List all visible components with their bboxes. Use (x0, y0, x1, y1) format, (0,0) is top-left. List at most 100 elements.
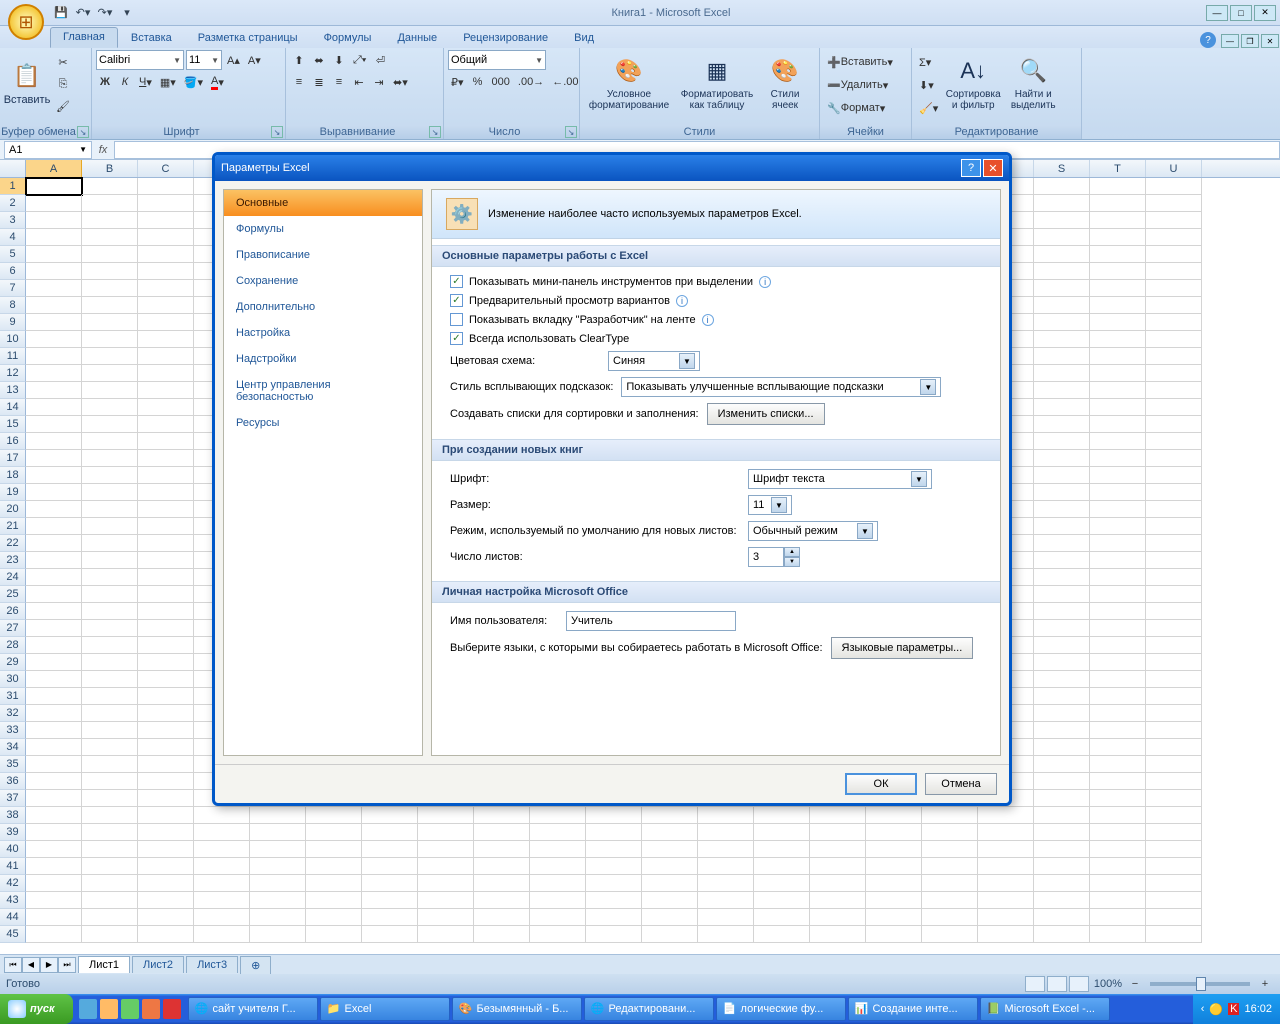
cell[interactable] (1034, 739, 1090, 756)
row-header[interactable]: 29 (0, 654, 26, 671)
cell[interactable] (1146, 212, 1202, 229)
row-header[interactable]: 3 (0, 212, 26, 229)
cell[interactable] (922, 875, 978, 892)
cell[interactable] (26, 212, 82, 229)
cell[interactable] (362, 909, 418, 926)
row-header[interactable]: 27 (0, 620, 26, 637)
cell[interactable] (194, 807, 250, 824)
indent-dec[interactable]: ⇤ (350, 72, 368, 92)
cell[interactable] (530, 892, 586, 909)
cell[interactable] (138, 637, 194, 654)
cell[interactable] (1146, 569, 1202, 586)
zoom-in[interactable]: + (1256, 974, 1274, 994)
sort-filter-button[interactable]: A↓Сортировка и фильтр (944, 50, 1002, 116)
cell[interactable] (26, 892, 82, 909)
cell[interactable] (1090, 756, 1146, 773)
cell[interactable] (1146, 229, 1202, 246)
cell[interactable] (1090, 722, 1146, 739)
undo-icon[interactable]: ↶▾ (74, 4, 92, 22)
cell[interactable] (194, 926, 250, 943)
chk-minipanel[interactable] (450, 275, 463, 288)
cell[interactable] (1146, 450, 1202, 467)
cell[interactable] (1090, 535, 1146, 552)
cell[interactable] (82, 654, 138, 671)
cell[interactable] (82, 569, 138, 586)
cell[interactable] (26, 263, 82, 280)
cell[interactable] (418, 841, 474, 858)
chk-cleartype[interactable] (450, 332, 463, 345)
row-header[interactable]: 44 (0, 909, 26, 926)
cell[interactable] (810, 909, 866, 926)
nav-save[interactable]: Сохранение (224, 268, 422, 294)
info-icon[interactable]: i (702, 314, 714, 326)
cell[interactable] (26, 790, 82, 807)
cell[interactable] (82, 603, 138, 620)
cell[interactable] (138, 858, 194, 875)
cell[interactable] (82, 688, 138, 705)
cell[interactable] (754, 875, 810, 892)
cell[interactable] (82, 518, 138, 535)
row-header[interactable]: 20 (0, 501, 26, 518)
cell[interactable] (26, 773, 82, 790)
cell[interactable] (26, 841, 82, 858)
cell[interactable] (138, 841, 194, 858)
cell[interactable] (530, 807, 586, 824)
find-select-button[interactable]: 🔍Найти и выделить (1005, 50, 1061, 116)
cell[interactable] (26, 246, 82, 263)
cell[interactable] (1146, 705, 1202, 722)
cell[interactable] (1034, 705, 1090, 722)
cell[interactable] (1146, 603, 1202, 620)
cell[interactable] (138, 705, 194, 722)
cell[interactable] (810, 892, 866, 909)
fontcolor-button[interactable]: A▾ (208, 72, 227, 92)
cell[interactable] (474, 858, 530, 875)
cell[interactable] (82, 467, 138, 484)
column-header[interactable]: U (1146, 160, 1202, 177)
cell[interactable] (530, 909, 586, 926)
cell[interactable] (82, 552, 138, 569)
taskbar-item[interactable]: 🌐Редактировани... (584, 997, 714, 1021)
cell[interactable] (1090, 654, 1146, 671)
row-header[interactable]: 19 (0, 484, 26, 501)
row-header[interactable]: 17 (0, 450, 26, 467)
cell[interactable] (1090, 229, 1146, 246)
cell[interactable] (1090, 773, 1146, 790)
cell[interactable] (698, 926, 754, 943)
row-header[interactable]: 23 (0, 552, 26, 569)
cell[interactable] (754, 926, 810, 943)
zoom-out[interactable]: − (1126, 974, 1144, 994)
cell[interactable] (642, 807, 698, 824)
cell[interactable] (1034, 229, 1090, 246)
cell[interactable] (1034, 790, 1090, 807)
cell[interactable] (866, 807, 922, 824)
cell[interactable] (474, 926, 530, 943)
cell[interactable] (1034, 569, 1090, 586)
cell[interactable] (1034, 875, 1090, 892)
cell[interactable] (1034, 807, 1090, 824)
tab-review[interactable]: Рецензирование (450, 28, 561, 48)
cell[interactable] (922, 841, 978, 858)
cell[interactable] (978, 892, 1034, 909)
cell[interactable] (1090, 603, 1146, 620)
cell[interactable] (1034, 195, 1090, 212)
cell[interactable] (138, 773, 194, 790)
cell[interactable] (1034, 722, 1090, 739)
taskbar-item[interactable]: 📊Создание инте... (848, 997, 978, 1021)
tooltip-style-combo[interactable]: Показывать улучшенные всплывающие подска… (621, 377, 941, 397)
cell[interactable] (1034, 671, 1090, 688)
align-center[interactable]: ≣ (310, 72, 328, 92)
cell[interactable] (82, 790, 138, 807)
cell[interactable] (642, 926, 698, 943)
spin-down[interactable]: ▼ (784, 557, 800, 567)
cell[interactable] (978, 824, 1034, 841)
ql-mail-icon[interactable] (100, 999, 118, 1019)
cell[interactable] (138, 586, 194, 603)
cell[interactable] (82, 297, 138, 314)
cell[interactable] (1090, 314, 1146, 331)
mdi-minimize[interactable]: — (1221, 34, 1239, 48)
row-header[interactable]: 36 (0, 773, 26, 790)
cell[interactable] (250, 858, 306, 875)
row-header[interactable]: 25 (0, 586, 26, 603)
row-header[interactable]: 32 (0, 705, 26, 722)
cell[interactable] (138, 365, 194, 382)
